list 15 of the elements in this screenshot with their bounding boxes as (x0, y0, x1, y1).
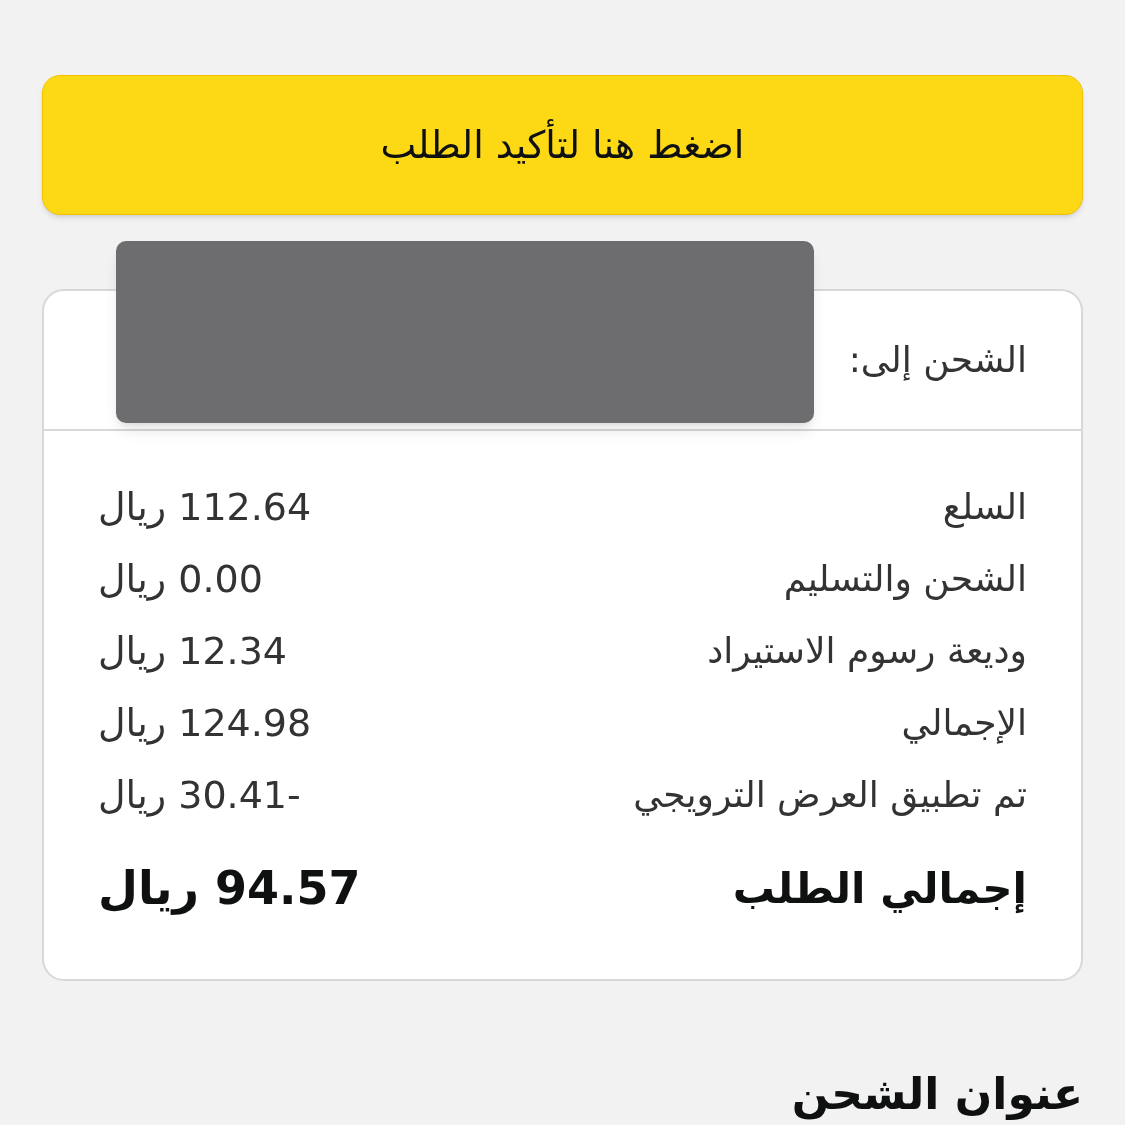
summary-label: السلع (942, 485, 1027, 530)
order-total-amount: 94.57 ريال (98, 859, 361, 917)
summary-label: تم تطبيق العرض الترويجي (633, 773, 1027, 818)
summary-amount: 12.34 ريال (98, 627, 287, 675)
summary-amount: 112.64 ريال (98, 483, 312, 531)
shipping-address-heading: عنوان الشحن (42, 1061, 1083, 1125)
summary-amount: -30.41 ريال (98, 771, 301, 819)
summary-label: الشحن والتسليم (783, 557, 1027, 602)
summary-label: وديعة رسوم الاستيراد (707, 629, 1027, 674)
summary-label: الإجمالي (901, 701, 1027, 746)
ship-to-label: الشحن إلى: (848, 338, 1027, 383)
summary-amount: 124.98 ريال (98, 699, 312, 747)
summary-amount: 0.00 ريال (98, 555, 263, 603)
order-total-label: إجمالي الطلب (732, 862, 1027, 915)
confirm-order-button[interactable]: اضغط هنا لتأكيد الطلب (42, 75, 1083, 215)
